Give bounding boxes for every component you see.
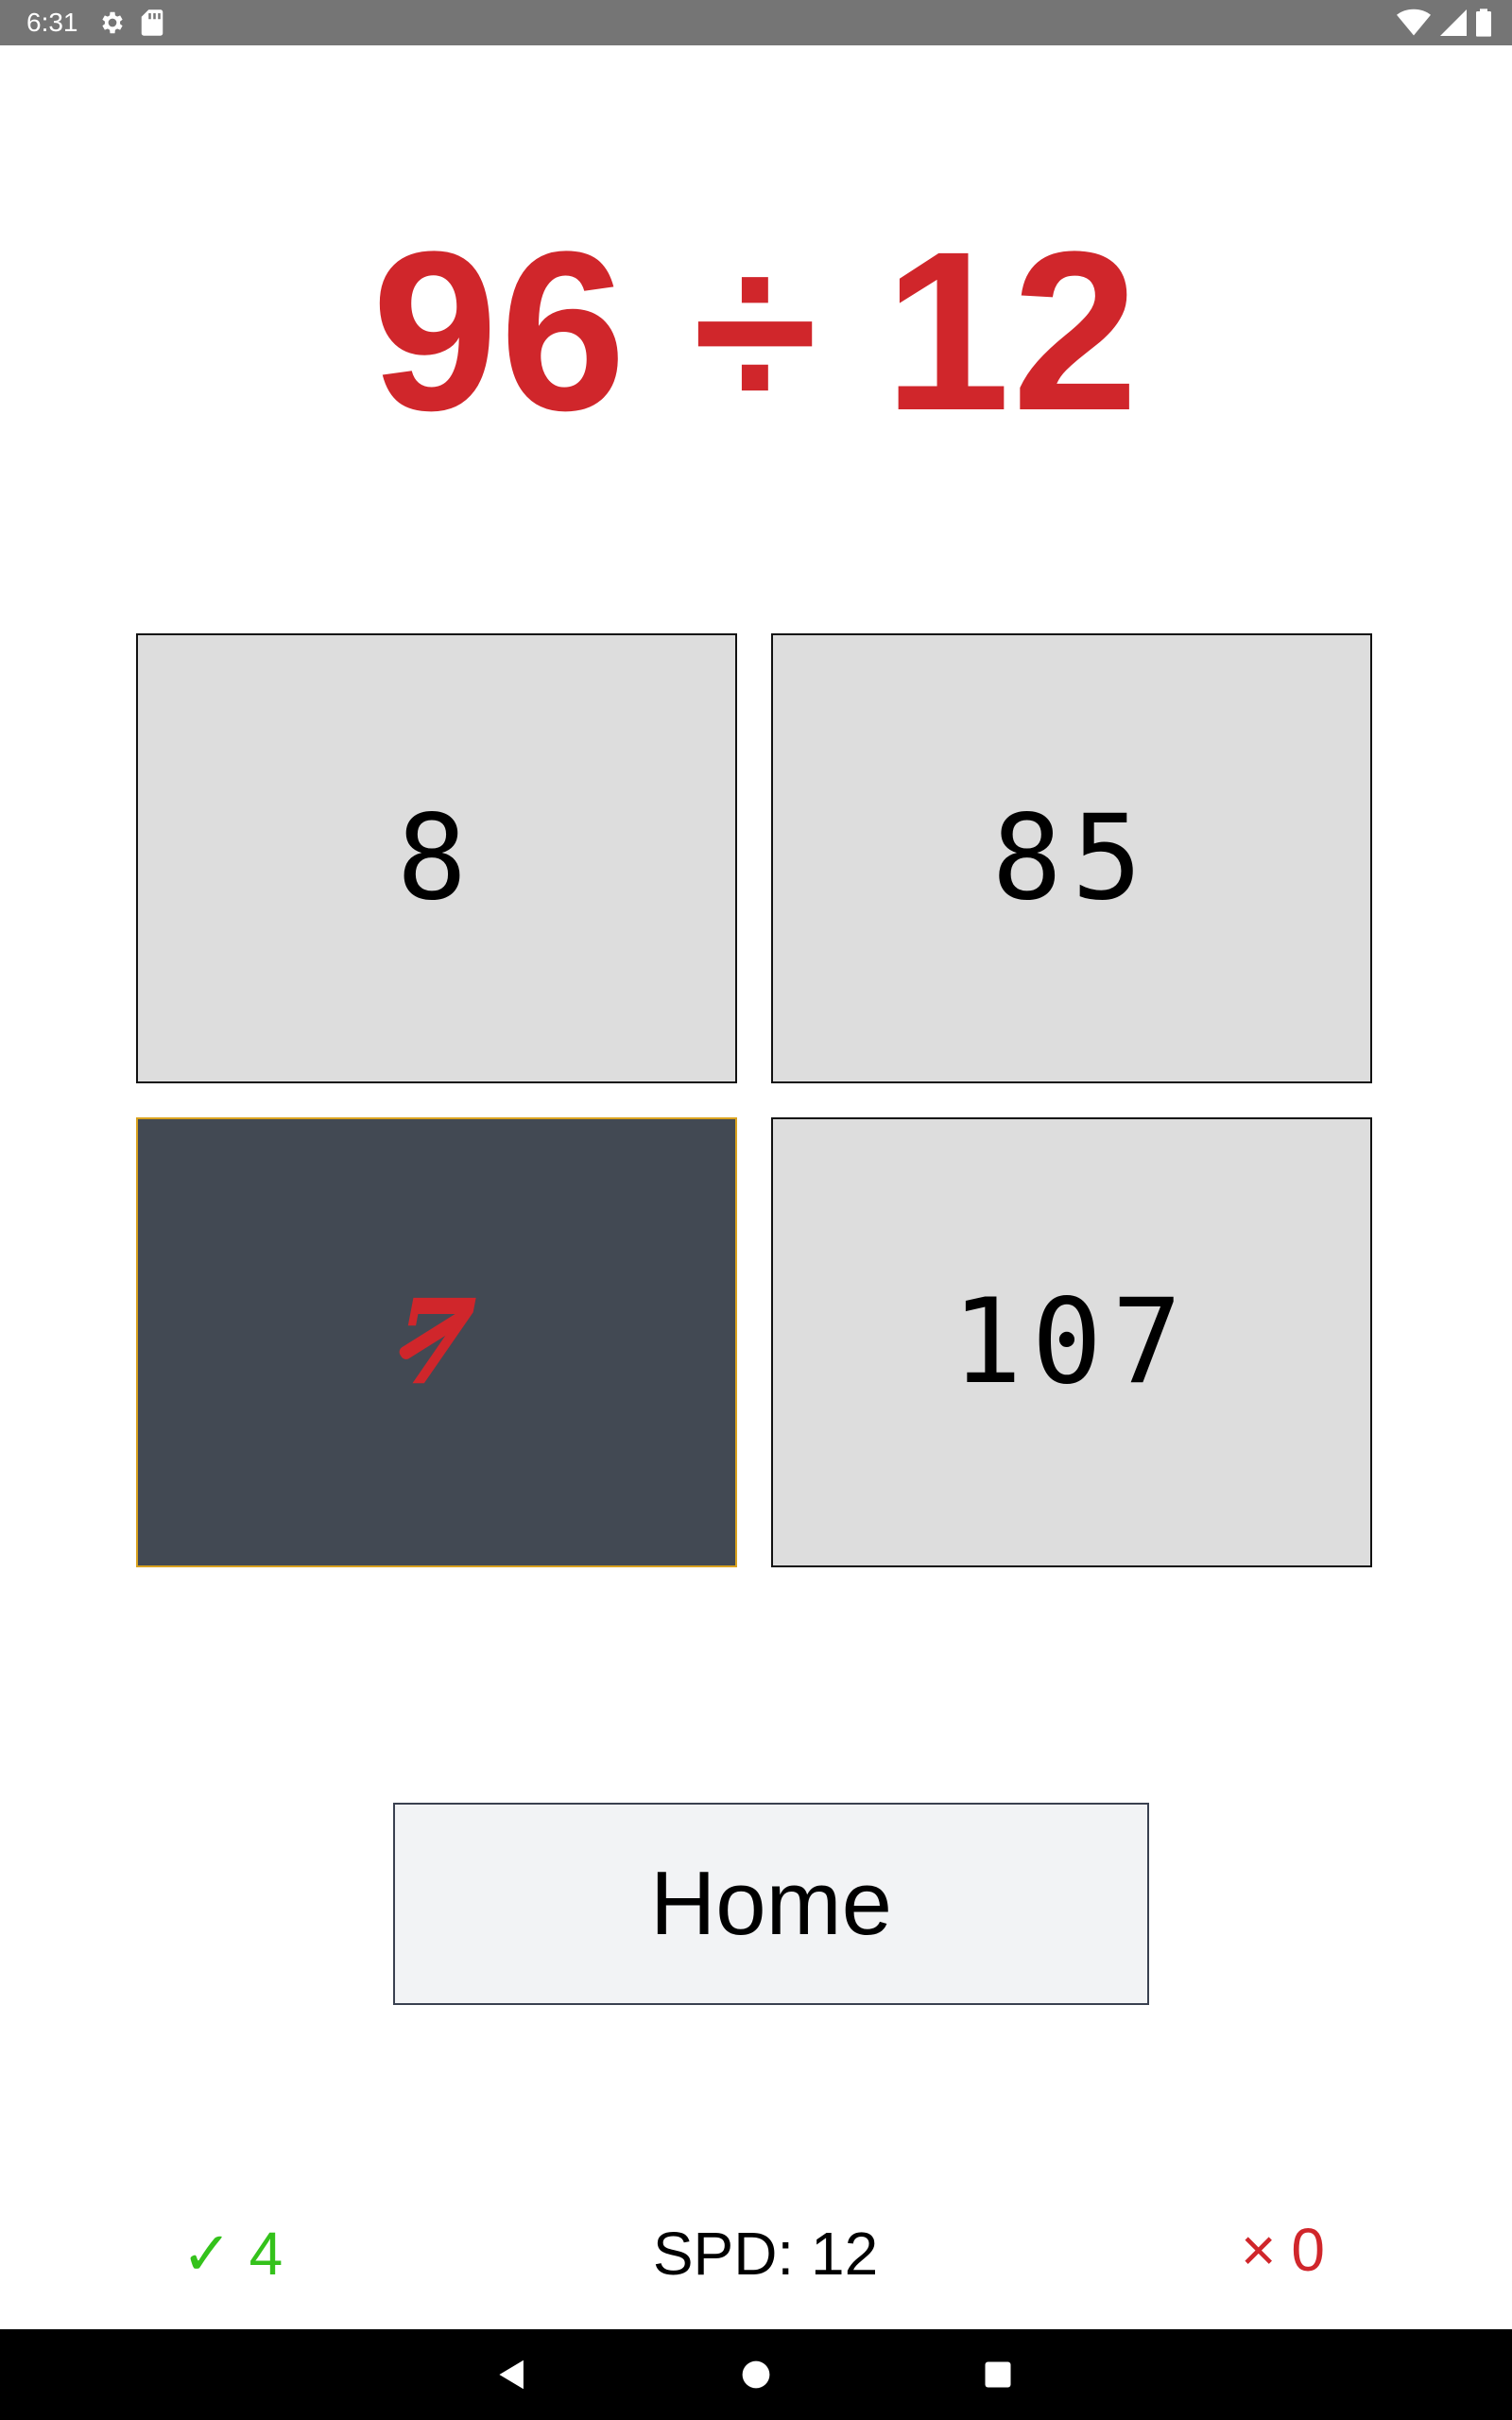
navigation-bar: [0, 2329, 1512, 2420]
home-button-label: Home: [649, 1853, 893, 1954]
recents-icon[interactable]: [979, 2356, 1017, 2394]
home-icon[interactable]: [737, 2356, 775, 2394]
home-button[interactable]: Home: [393, 1803, 1149, 2005]
wifi-icon: [1397, 9, 1431, 41]
status-left-icons: [98, 9, 164, 41]
correct-count: 4: [249, 2220, 284, 2288]
answer-option-4[interactable]: 107: [771, 1117, 1372, 1567]
cross-icon: ×: [1241, 2216, 1277, 2284]
problem-text: 96 ÷ 12: [371, 204, 1141, 458]
status-right-icons: [1397, 9, 1491, 41]
answer-value: 107: [952, 1274, 1192, 1410]
answer-value: 85: [991, 790, 1152, 926]
answer-option-3-selected[interactable]: 7: [136, 1117, 737, 1567]
battery-icon: [1476, 9, 1491, 41]
wrong-count: 0: [1291, 2216, 1325, 2284]
sd-card-icon: [140, 9, 164, 41]
speed-indicator: SPD: 12: [652, 2220, 879, 2288]
status-time: 6:31: [26, 8, 78, 37]
answer-value: 8: [396, 790, 477, 926]
checkmark-icon: ✓: [181, 2220, 232, 2288]
correct-score: ✓ 4: [181, 2216, 283, 2291]
back-icon[interactable]: [493, 2356, 531, 2394]
answer-option-1[interactable]: 8: [136, 633, 737, 1083]
wrong-score: × 0: [1241, 2212, 1325, 2288]
answer-option-2[interactable]: 85: [771, 633, 1372, 1083]
signal-icon: [1440, 9, 1467, 41]
gear-icon: [98, 9, 127, 41]
status-bar: 6:31: [0, 0, 1512, 45]
